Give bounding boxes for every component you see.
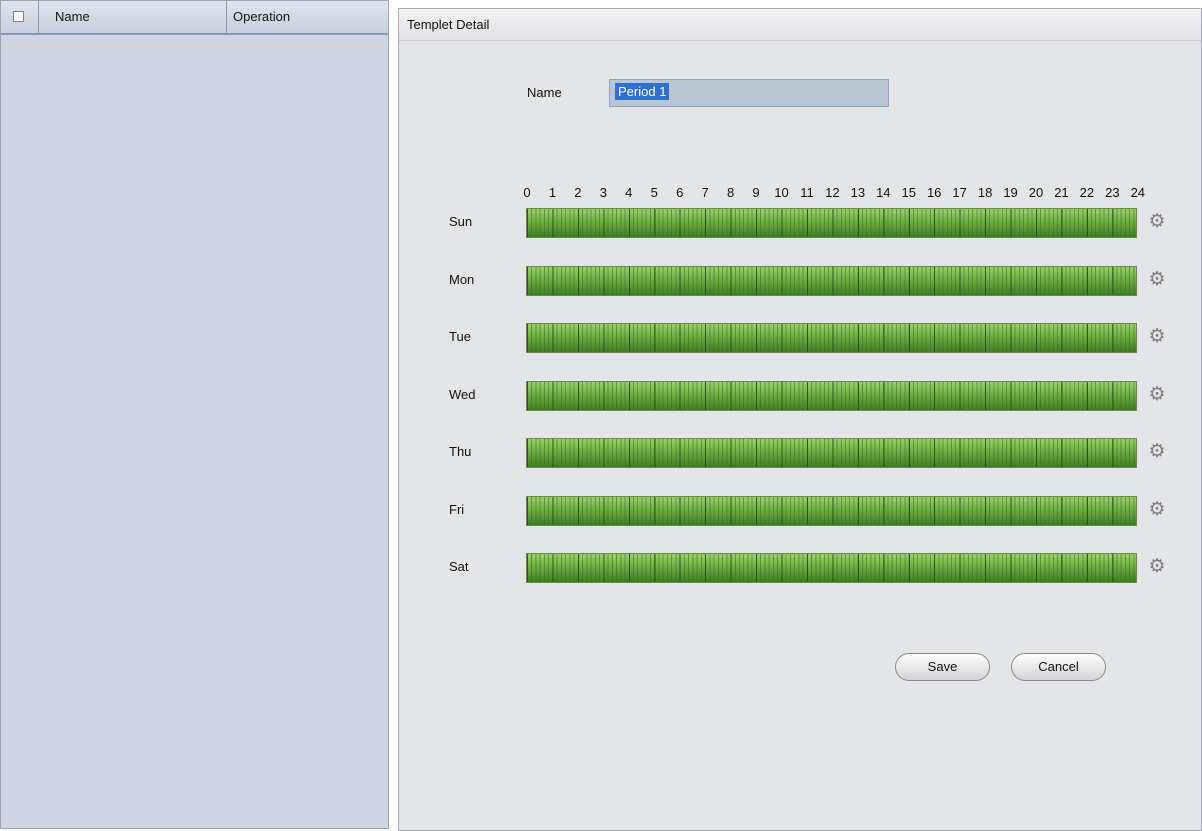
day-timeline-bar[interactable] xyxy=(526,438,1137,468)
day-row: Tue ⚙ xyxy=(449,323,1169,357)
day-timeline-bar[interactable] xyxy=(526,495,1137,526)
hour-tick-label: 17 xyxy=(952,185,967,200)
gear-icon[interactable]: ⚙ xyxy=(1147,442,1167,462)
hour-tick-label: 10 xyxy=(774,185,789,200)
hour-tick-label: 12 xyxy=(825,185,840,200)
day-row: Wed ⚙ xyxy=(449,380,1169,415)
hour-tick-label: 4 xyxy=(625,185,633,200)
day-label: Sat xyxy=(449,559,469,574)
save-button[interactable]: Save xyxy=(895,653,990,681)
day-label: Tue xyxy=(449,329,471,344)
gear-icon[interactable]: ⚙ xyxy=(1147,384,1167,405)
hour-tick-label: 2 xyxy=(574,185,582,200)
panel-title: Templet Detail xyxy=(399,9,1201,41)
cancel-button[interactable]: Cancel xyxy=(1011,653,1106,681)
day-row: Thu ⚙ xyxy=(449,438,1169,472)
day-row: Fri ⚙ xyxy=(449,495,1169,530)
hour-tick-label: 1 xyxy=(548,185,557,200)
select-all-cell xyxy=(1,1,39,33)
day-label: Sun xyxy=(449,214,473,229)
column-header-operation[interactable]: Operation xyxy=(227,1,388,33)
hour-tick-label: 8 xyxy=(726,185,735,200)
day-timeline-bar[interactable] xyxy=(526,553,1137,583)
day-timeline-bar[interactable] xyxy=(526,265,1137,296)
name-input[interactable]: Period 1 xyxy=(609,79,889,107)
gear-icon[interactable]: ⚙ xyxy=(1147,499,1167,520)
hour-tick-label: 21 xyxy=(1054,185,1069,200)
day-label: Mon xyxy=(449,271,475,287)
day-row: Mon ⚙ xyxy=(449,265,1169,300)
hour-tick-label: 13 xyxy=(850,185,866,200)
gear-icon[interactable]: ⚙ xyxy=(1147,327,1167,347)
hour-tick-label: 14 xyxy=(876,185,891,200)
gear-icon[interactable]: ⚙ xyxy=(1147,269,1167,290)
name-label: Name xyxy=(527,85,562,100)
hour-tick-label: 6 xyxy=(676,185,684,200)
day-label: Fri xyxy=(449,501,465,517)
day-row: Sat ⚙ xyxy=(449,553,1169,587)
templet-detail-panel: Templet Detail Name Period 1 01234567891… xyxy=(398,8,1202,831)
hour-tick-label: 11 xyxy=(800,185,814,200)
hour-tick-label: 20 xyxy=(1028,185,1044,200)
list-header: Name Operation xyxy=(1,1,388,35)
template-list-panel: Name Operation xyxy=(0,0,389,829)
hour-scale: 0 1 2 3 4 5 6 7 8 9 10 11 12 13 14 15 16 17 18 19 20 21 22 23 24 xyxy=(517,185,1147,203)
day-timeline-bar[interactable] xyxy=(526,323,1137,353)
day-row: Sun ⚙ xyxy=(449,208,1169,242)
hour-tick-label: 18 xyxy=(977,185,993,200)
day-label: Wed xyxy=(449,386,476,402)
day-label: Thu xyxy=(449,444,472,459)
hour-tick-label: 7 xyxy=(701,185,709,200)
hour-tick-label: 24 xyxy=(1130,185,1146,200)
hour-tick-label: 16 xyxy=(926,185,942,200)
hour-tick-label: 15 xyxy=(901,185,916,200)
day-timeline-bar[interactable] xyxy=(526,380,1137,411)
gear-icon[interactable]: ⚙ xyxy=(1147,557,1167,577)
hour-tick-label: 0 xyxy=(523,185,531,200)
hour-tick-label: 22 xyxy=(1079,185,1095,200)
gear-icon[interactable]: ⚙ xyxy=(1147,212,1167,232)
column-header-name[interactable]: Name xyxy=(39,1,227,33)
hour-tick-label: 3 xyxy=(599,185,607,200)
name-input-value: Period 1 xyxy=(615,83,670,100)
hour-tick-label: 19 xyxy=(1003,185,1018,200)
day-timeline-bar[interactable] xyxy=(526,208,1137,238)
hour-tick-label: 9 xyxy=(752,185,760,200)
select-all-checkbox[interactable] xyxy=(13,11,24,22)
hour-tick-label: 23 xyxy=(1105,185,1120,200)
hour-tick-label: 5 xyxy=(650,185,658,200)
